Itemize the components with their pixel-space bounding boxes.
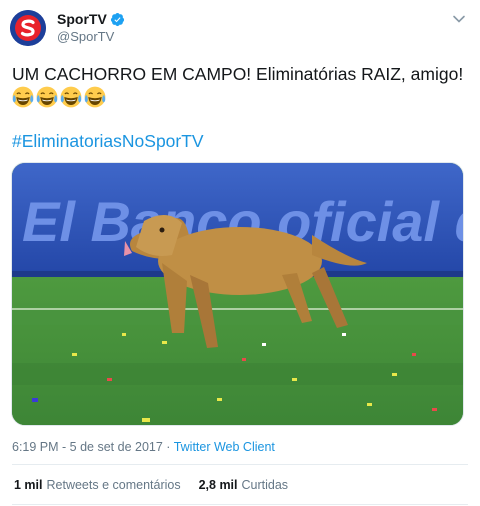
likes-count: 2,8 mil (198, 478, 238, 492)
tweet-card: SporTV @SporTV UM CACHORRO EM CAMPO! Eli… (0, 0, 480, 506)
retweets-stat[interactable]: 1 mil Retweets e comentários (14, 478, 181, 492)
handle[interactable]: @SporTV (57, 29, 114, 44)
author-name-row[interactable]: SporTV (57, 11, 125, 27)
retweets-count: 1 mil (14, 478, 43, 492)
tweet-time[interactable]: 6:19 PM (12, 440, 59, 454)
laughing-tears-emoji-icon (84, 86, 106, 108)
dog-on-pitch-photo: El Banco oficial de n (12, 163, 463, 425)
laughing-tears-emoji-icon (60, 86, 82, 108)
tweet-text: UM CACHORRO EM CAMPO! Eliminatórias RAIZ… (12, 64, 464, 84)
sportv-logo-icon (10, 10, 46, 46)
tweet-date[interactable]: 5 de set de 2017 (70, 440, 163, 454)
verified-badge-icon (110, 12, 124, 26)
meta-separator: · (162, 440, 174, 454)
tweet-meta: 6:19 PM - 5 de set de 2017 · Twitter Web… (12, 440, 275, 454)
tweet-stats: 1 mil Retweets e comentários 2,8 mil Cur… (14, 478, 306, 492)
display-name[interactable]: SporTV (57, 11, 107, 27)
laughing-tears-emoji-icon (36, 86, 58, 108)
likes-label: Curtidas (241, 478, 289, 492)
laughing-tears-emoji-icon (12, 86, 34, 108)
client-link[interactable]: Twitter Web Client (174, 440, 275, 454)
avatar[interactable] (10, 10, 46, 46)
likes-stat[interactable]: 2,8 mil Curtidas (199, 478, 288, 492)
tweet-media[interactable]: El Banco oficial de n (11, 162, 464, 426)
meta-separator: - (58, 440, 70, 454)
chevron-down-icon[interactable] (452, 12, 466, 26)
divider-top (12, 464, 468, 465)
retweets-label: Retweets e comentários (46, 478, 181, 492)
hashtag-link[interactable]: #EliminatoriasNoSporTV (12, 131, 204, 152)
emoji-row (12, 86, 106, 108)
divider-bottom (12, 504, 468, 505)
